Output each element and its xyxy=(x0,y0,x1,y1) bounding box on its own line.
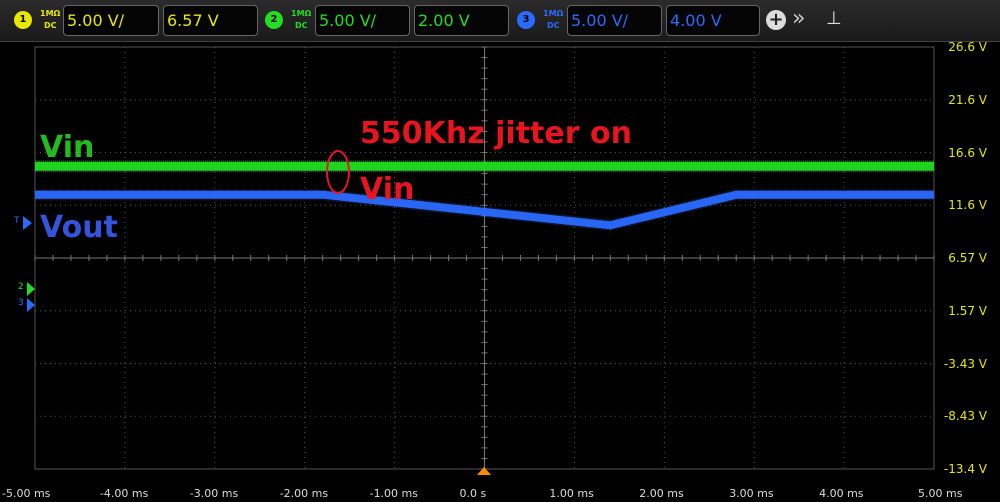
y-tick-label: -3.43 V xyxy=(943,356,987,371)
vout-annotation: Vout xyxy=(40,210,118,245)
y-tick-label: 21.6 V xyxy=(948,92,987,107)
vin-annotation: Vin xyxy=(40,130,95,165)
jitter-annotation-line1: 550Khz jitter on xyxy=(360,116,632,151)
y-tick-label: 26.6 V xyxy=(948,40,987,54)
y-tick-label: -13.4 V xyxy=(943,462,987,476)
waveform-display[interactable] xyxy=(0,0,1000,502)
y-tick-label: 16.6 V xyxy=(948,145,987,160)
x-tick-label: 1.00 ms xyxy=(549,487,594,500)
x-tick-label: 4.00 ms xyxy=(819,487,864,500)
x-tick-label: 5.00 ms xyxy=(918,487,963,500)
channel-3-ground-marker[interactable] xyxy=(27,298,35,312)
channel-2-ground-marker[interactable] xyxy=(27,282,35,296)
x-tick-label: -1.00 ms xyxy=(369,487,418,500)
x-tick-label: 3.00 ms xyxy=(729,487,774,500)
y-tick-label: 6.57 V xyxy=(948,251,987,265)
trigger-level-label: T xyxy=(14,216,20,226)
x-tick-label: -4.00 ms xyxy=(99,487,149,500)
x-tick-label: 0.0 s xyxy=(459,487,487,500)
x-tick-label: -2.00 ms xyxy=(279,487,329,500)
y-tick-label: -8.43 V xyxy=(943,409,987,424)
y-tick-label: 1.57 V xyxy=(948,303,987,318)
channel-3-ground-label: 3 xyxy=(18,298,24,308)
x-tick-label: 2.00 ms xyxy=(639,487,684,500)
x-tick-label: -3.00 ms xyxy=(189,487,239,500)
y-tick-label: 11.6 V xyxy=(948,198,987,213)
trigger-level-marker[interactable] xyxy=(23,216,32,230)
channel-2-ground-label: 2 xyxy=(18,282,24,292)
graticule xyxy=(34,46,935,470)
x-tick-label: -5.00 ms xyxy=(2,487,51,500)
jitter-annotation-line2: Vin xyxy=(360,172,415,207)
trigger-position-marker[interactable] xyxy=(477,467,491,475)
